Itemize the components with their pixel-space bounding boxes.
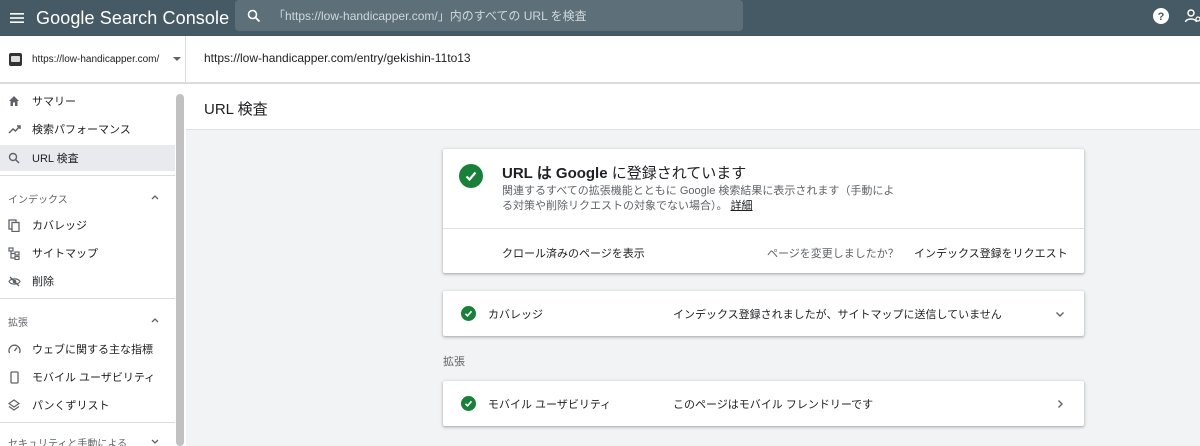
sidebar-item-url-inspection[interactable]: URL 検査 [0,145,175,171]
main-content: URL 検査 URL は Google に登録されています 関連するすべての拡張… [186,84,1200,446]
chevron-down-icon [150,436,160,446]
site-favicon-icon [9,52,22,66]
inspected-url: https://low-handicapper.com/entry/gekish… [204,51,471,65]
status-title-suffix: に登録されています [607,165,747,182]
card-divider [443,228,1084,229]
app-title-google: Google [36,7,95,28]
view-crawled-page-button[interactable]: クロール済みのページを表示 [502,245,645,261]
top-app-bar: Google Search Console ? [0,0,1200,36]
sidebar-section-label: 拡張 [8,317,28,329]
sidebar-item-label: カバレッジ [32,220,87,232]
eye-off-icon [7,274,21,288]
sidebar-item-label: サイトマップ [32,248,98,260]
mobile-usability-label: モバイル ユーザビリティ [488,399,612,411]
request-indexing-button[interactable]: インデックス登録をリクエスト [914,245,1068,261]
property-url: https://low-handicapper.com/ [32,53,160,65]
sidebar-section-security[interactable]: セキュリティと手動による [0,432,175,446]
sidebar-item-label: URL 検査 [32,153,79,165]
check-circle-icon [459,164,483,188]
sidebar-item-label: パンくずリスト [32,400,110,412]
sidebar-nav: サマリー 検索パフォーマンス URL 検査 インデックス カバレッジ サイトマッ… [0,84,186,446]
speed-icon [7,342,21,356]
sidebar-item-label: 削除 [32,276,54,288]
search-input[interactable] [273,8,713,23]
hamburger-menu-icon [10,13,24,23]
search-icon [7,151,21,165]
sidebar-item-coverage[interactable]: カバレッジ [0,212,175,238]
page-header: URL 検査 [186,84,1200,130]
details-link[interactable]: 詳細 [731,200,753,212]
sidebar-divider [0,175,175,176]
status-url-label: URL は [502,165,556,182]
dropdown-caret-icon [173,57,182,61]
phone-icon [7,370,21,384]
sidebar-section-enhancements[interactable]: 拡張 [0,311,175,331]
sidebar-item-label: サマリー [32,96,76,108]
sidebar-section-label: インデックス [8,194,68,206]
account-icon[interactable] [1184,7,1200,25]
chevron-down-icon[interactable] [1054,307,1066,325]
sidebar-scrollbar[interactable] [176,94,184,446]
check-circle-icon [461,306,476,321]
home-icon [7,94,21,108]
svg-text:?: ? [1158,11,1165,23]
status-google-label: Google [555,165,608,182]
sidebar-item-sitemaps[interactable]: サイトマップ [0,240,175,266]
status-description-text: 関連するすべての拡張機能とともに Google 検索結果に表示されます（手動によ… [502,185,895,212]
coverage-label: カバレッジ [488,309,543,321]
chevron-up-icon [150,315,160,328]
search-icon [235,9,273,23]
sidebar-divider [0,422,175,423]
chevron-up-icon [150,192,160,205]
enhancements-section-label: 拡張 [443,356,465,368]
sidebar-item-core-web-vitals[interactable]: ウェブに関する主な指標 [0,336,175,362]
index-status-card: URL は Google に登録されています 関連するすべての拡張機能とともに … [443,149,1084,273]
index-status-description: 関連するすべての拡張機能とともに Google 検索結果に表示されます（手動によ… [502,184,907,214]
sidebar-item-performance[interactable]: 検索パフォーマンス [0,116,175,142]
check-circle-icon [461,396,476,411]
menu-button[interactable] [2,0,32,36]
layers-icon [7,398,21,412]
sidebar-section-label: セキュリティと手動による [8,438,128,446]
sidebar-section-index[interactable]: インデックス [0,188,175,208]
sidebar-item-label: 検索パフォーマンス [32,124,131,136]
property-selector[interactable]: https://low-handicapper.com/ [0,36,186,82]
sidebar-item-mobile-usability[interactable]: モバイル ユーザビリティ [0,364,175,390]
app-title-product: Search Console [94,7,230,28]
mobile-usability-value: このページはモバイル フレンドリーです [673,399,874,411]
coverage-value: インデックス登録されましたが、サイトマップに送信していません [673,309,1002,321]
sidebar-item-label: モバイル ユーザビリティ [32,372,156,384]
sidebar-item-summary[interactable]: サマリー [0,88,175,114]
mobile-usability-row[interactable]: モバイル ユーザビリティ このページはモバイル フレンドリーです [443,381,1084,426]
page-changed-question: ページを変更しましたか？ [767,248,899,260]
page-title: URL 検査 [204,101,268,118]
index-status-title: URL は Google に登録されています [502,162,746,183]
sidebar-divider [0,298,175,299]
property-bar: https://low-handicapper.com/ https://low… [0,36,1200,83]
help-icon[interactable]: ? [1152,7,1170,25]
copy-icon [7,218,21,232]
app-title[interactable]: Google Search Console [36,8,229,29]
trending-icon [7,122,21,136]
sitemap-icon [7,246,21,260]
sidebar-item-label: ウェブに関する主な指標 [32,344,153,356]
sidebar-item-breadcrumbs[interactable]: パンくずリスト [0,392,175,418]
coverage-row[interactable]: カバレッジ インデックス登録されましたが、サイトマップに送信していません [443,291,1084,336]
url-inspection-search[interactable] [235,0,743,31]
chevron-right-icon[interactable] [1054,397,1066,415]
sidebar-item-removals[interactable]: 削除 [0,268,175,294]
